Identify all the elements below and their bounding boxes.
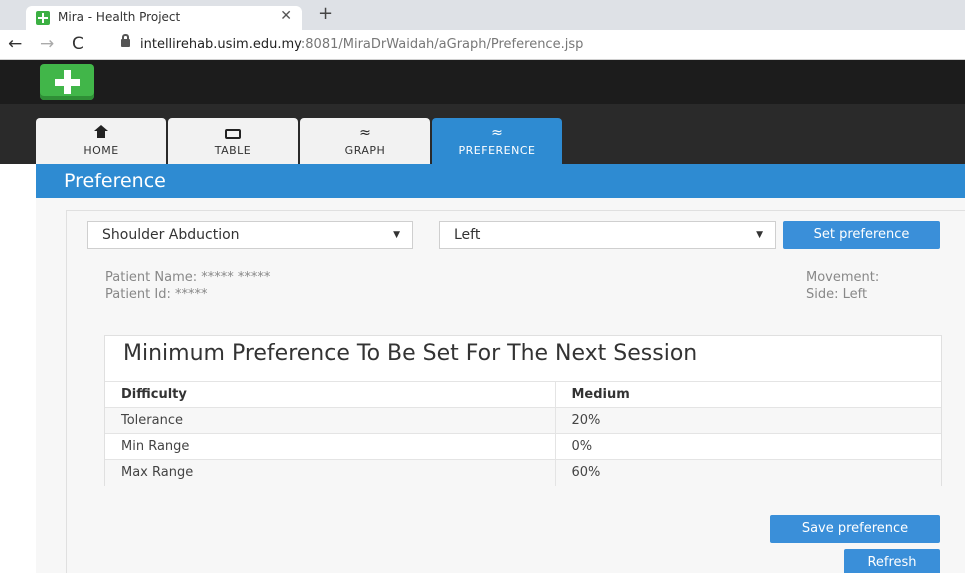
movement-label: Movement: [806, 270, 880, 285]
movement-select[interactable]: Shoulder Abduction ▼ [87, 221, 413, 249]
section-header: Preference [36, 164, 965, 198]
table-cell: 0% [555, 433, 941, 460]
tab-home[interactable]: HOME [36, 118, 166, 164]
keyboard-icon [168, 124, 298, 142]
tab-table[interactable]: TABLE [168, 118, 298, 164]
table-row: Max Range 60% [105, 459, 941, 486]
reload-icon[interactable]: C [72, 34, 84, 54]
tab-preference[interactable]: ≈ PREFERENCE [432, 118, 562, 164]
table-cell: Tolerance [105, 407, 556, 434]
tab-graph-label: GRAPH [344, 144, 386, 157]
movement-select-value: Shoulder Abduction [102, 227, 240, 243]
new-tab-button[interactable]: + [318, 4, 333, 24]
caret-down-icon: ▼ [756, 230, 763, 240]
table-cell: Difficulty [105, 381, 556, 408]
browser-tab-title: Mira - Health Project [58, 10, 181, 24]
patient-name: Patient Name: ***** ***** [105, 270, 271, 285]
main-content: Shoulder Abduction ▼ Left ▼ Set preferen… [36, 198, 965, 573]
set-preference-button[interactable]: Set preference [783, 221, 940, 249]
app-header [0, 60, 965, 104]
browser-tab-bar: Mira - Health Project ✕ + [0, 0, 965, 30]
graph-icon: ≈ [359, 125, 371, 141]
browser-tab[interactable]: Mira - Health Project ✕ [26, 6, 302, 30]
table-cell: 60% [555, 459, 941, 486]
table-cell: 20% [555, 407, 941, 434]
tab-table-label: TABLE [214, 144, 252, 157]
health-cross-logo-icon[interactable] [40, 64, 94, 100]
preference-table: Difficulty Medium Tolerance 20% Min Rang… [105, 381, 941, 486]
preference-title: Minimum Preference To Be Set For The Nex… [123, 341, 698, 366]
table-row: Tolerance 20% [105, 407, 941, 434]
table-row: Difficulty Medium [105, 381, 941, 408]
tab-graph[interactable]: ≈ GRAPH [300, 118, 430, 164]
side-label: Side: Left [806, 287, 868, 302]
patient-id: Patient Id: ***** [105, 287, 208, 302]
close-tab-icon[interactable]: ✕ [280, 8, 292, 24]
back-arrow-icon[interactable]: ← [8, 34, 22, 54]
preference-panel: Shoulder Abduction ▼ Left ▼ Set preferen… [66, 210, 965, 573]
table-cell: Max Range [105, 459, 556, 486]
table-cell: Medium [555, 381, 941, 408]
refresh-button[interactable]: Refresh [844, 549, 940, 573]
favicon-icon [36, 11, 50, 25]
save-preference-button[interactable]: Save preference [770, 515, 940, 543]
home-icon [36, 124, 166, 142]
movement-info: Movement: Side: Left [806, 269, 879, 303]
preference-card: Minimum Preference To Be Set For The Nex… [104, 335, 942, 486]
url-path: :8081/MiraDrWaidah/aGraph/Preference.jsp [300, 37, 584, 52]
caret-down-icon: ▼ [393, 230, 400, 240]
url-field[interactable]: intellirehab.usim.edu.my:8081/MiraDrWaid… [140, 37, 583, 52]
tab-preference-label: PREFERENCE [458, 144, 536, 157]
address-bar: ← → C intellirehab.usim.edu.my:8081/Mira… [0, 30, 965, 60]
table-cell: Min Range [105, 433, 556, 460]
side-select[interactable]: Left ▼ [439, 221, 776, 249]
url-host: intellirehab.usim.edu.my [140, 37, 301, 52]
side-select-value: Left [454, 227, 481, 243]
graph-icon: ≈ [491, 125, 503, 141]
forward-arrow-icon[interactable]: → [40, 34, 54, 54]
lock-icon [121, 34, 130, 47]
page-title: Preference [64, 170, 166, 192]
tab-home-label: HOME [83, 144, 119, 157]
table-row: Min Range 0% [105, 433, 941, 460]
patient-info: Patient Name: ***** ***** Patient Id: **… [105, 269, 270, 303]
